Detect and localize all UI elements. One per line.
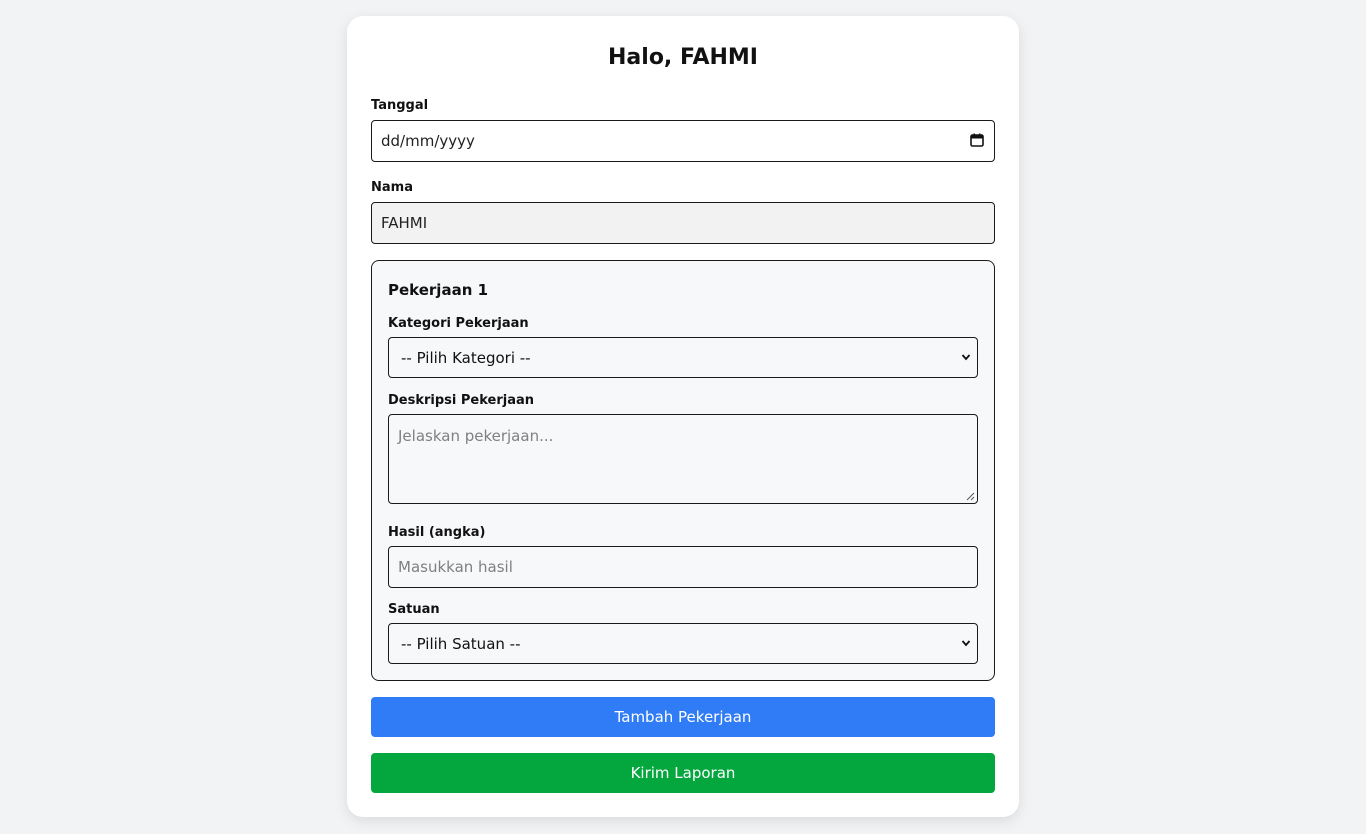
pekerjaan-group: Pekerjaan 1 Kategori Pekerjaan -- Pilih … [371,260,995,681]
calendar-icon[interactable] [970,133,984,147]
report-form-card: Halo, FAHMI Tanggal dd/mm/yyyy Nama FAHM… [347,16,1019,817]
resize-grip-icon[interactable] [966,492,975,501]
hasil-label: Hasil (angka) [388,525,486,540]
name-field[interactable]: FAHMI [371,202,995,244]
chevron-down-icon [961,640,971,647]
nama-label: Nama [371,180,413,195]
deskripsi-textarea[interactable]: Jelaskan pekerjaan... [388,414,978,504]
page-title: Halo, FAHMI [608,45,758,70]
date-input[interactable]: dd/mm/yyyy [371,120,995,162]
kategori-label: Kategori Pekerjaan [388,316,529,331]
pekerjaan-title: Pekerjaan 1 [388,281,489,299]
satuan-label: Satuan [388,602,440,617]
tanggal-label: Tanggal [371,98,429,113]
chevron-down-icon [961,354,971,361]
deskripsi-label: Deskripsi Pekerjaan [388,393,535,408]
satuan-select-value: -- Pilih Satuan -- [401,634,521,653]
add-job-button[interactable]: Tambah Pekerjaan [371,697,995,737]
hasil-input[interactable]: Masukkan hasil [388,546,978,588]
kategori-select-value: -- Pilih Kategori -- [401,348,531,367]
submit-report-button[interactable]: Kirim Laporan [371,753,995,793]
kategori-select[interactable]: -- Pilih Kategori -- [388,337,978,378]
date-input-placeholder: dd/mm/yyyy [381,132,475,150]
name-field-value: FAHMI [381,214,428,232]
deskripsi-placeholder: Jelaskan pekerjaan... [398,427,554,445]
satuan-select[interactable]: -- Pilih Satuan -- [388,623,978,664]
hasil-placeholder: Masukkan hasil [398,558,513,576]
